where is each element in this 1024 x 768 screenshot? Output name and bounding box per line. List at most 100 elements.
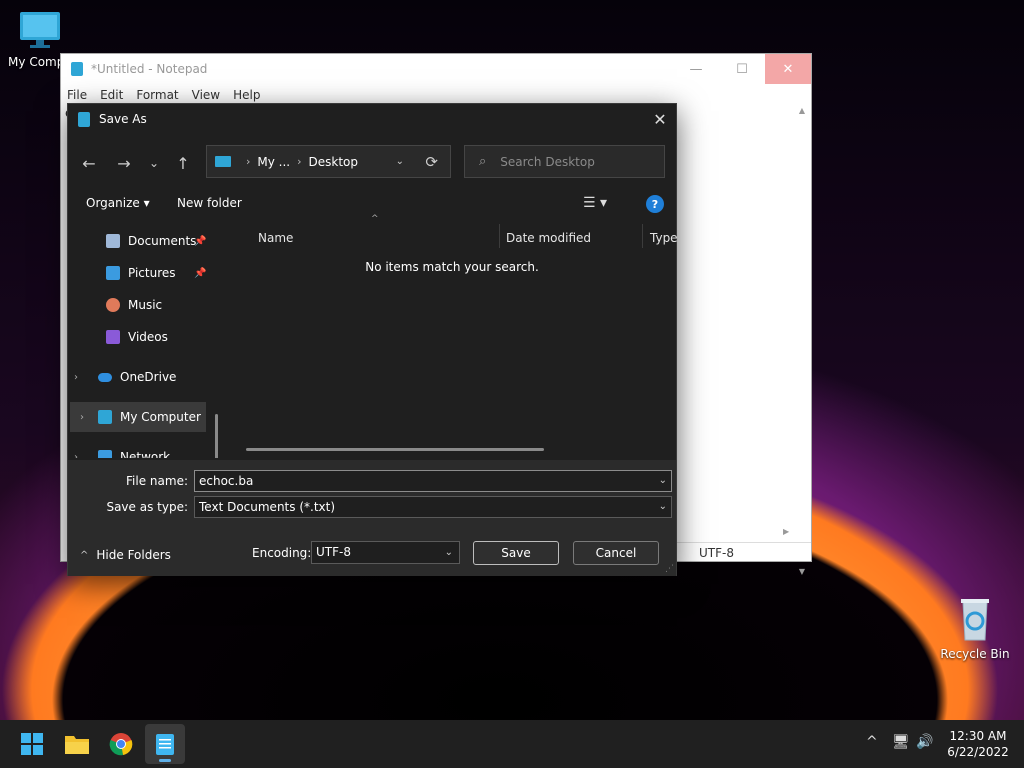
save-as-type-value: Text Documents (*.txt): [199, 500, 336, 514]
onedrive-icon: [98, 372, 112, 382]
save-as-type-label: Save as type:: [106, 500, 188, 514]
documents-icon: [106, 234, 120, 248]
chevron-down-icon: ⌄: [444, 547, 453, 558]
videos-icon: [106, 330, 120, 344]
minimize-button[interactable]: —: [673, 54, 719, 84]
recent-locations-button[interactable]: ⌄: [141, 150, 167, 176]
sidebar-item-label: Documents: [128, 234, 197, 248]
new-folder-button[interactable]: New folder: [177, 196, 242, 210]
maximize-button[interactable]: ☐: [719, 54, 765, 84]
empty-results-message: No items match your search.: [365, 260, 539, 274]
computer-icon: [215, 156, 231, 167]
chevron-up-icon: ^: [80, 549, 89, 561]
save-form: File name: echoc.ba ⌄ Save as type: Text…: [68, 460, 676, 576]
column-header-date-modified[interactable]: Date modified: [506, 226, 591, 250]
save-as-dialog[interactable]: Save As ✕ ← → ⌄ ↑ › My ... › Desktop ⌄ ⟳…: [67, 103, 678, 576]
sidebar-item-videos[interactable]: Videos: [106, 322, 216, 352]
chevron-down-icon[interactable]: ⌄: [659, 497, 667, 517]
scroll-up-icon[interactable]: ▲: [795, 106, 809, 115]
save-button[interactable]: Save: [473, 541, 559, 565]
breadcrumb-my-computer[interactable]: My ...: [257, 155, 290, 169]
breadcrumb-separator: ›: [246, 155, 251, 168]
hide-folders-button[interactable]: ^ Hide Folders: [80, 548, 171, 562]
address-dropdown-icon[interactable]: ⌄: [396, 156, 404, 167]
network-icon: [98, 450, 112, 458]
column-header-type[interactable]: Type: [650, 226, 678, 250]
sidebar-item-label: Music: [128, 298, 163, 312]
sidebar-scrollbar[interactable]: [215, 414, 218, 458]
sidebar-item-music[interactable]: Music: [106, 290, 216, 320]
notepad-scrollbar[interactable]: ▲ ▼: [795, 106, 809, 576]
chevron-down-icon[interactable]: ⌄: [659, 471, 667, 491]
file-name-input[interactable]: echoc.ba ⌄: [194, 470, 672, 492]
menu-view[interactable]: View: [192, 88, 220, 102]
expand-chevron-icon[interactable]: ›: [80, 412, 84, 423]
sidebar-item-label: Pictures: [128, 266, 176, 280]
dialog-close-button[interactable]: ✕: [644, 104, 676, 134]
up-button[interactable]: ↑: [170, 150, 196, 176]
resize-grip-icon[interactable]: ⋰: [665, 564, 674, 574]
sort-indicator-icon: ^: [371, 214, 379, 224]
menu-edit[interactable]: Edit: [100, 88, 123, 102]
taskbar-chrome[interactable]: [101, 724, 141, 764]
column-header-name[interactable]: Name: [258, 226, 293, 250]
column-divider[interactable]: [499, 224, 500, 248]
sidebar-item-my-computer[interactable]: › My Computer: [70, 402, 206, 432]
start-button[interactable]: [12, 724, 52, 764]
file-list[interactable]: ^ Name Date modified Type No items match…: [228, 214, 678, 458]
sidebar-item-documents[interactable]: Documents 📌: [106, 226, 216, 256]
file-list-scrollbar[interactable]: [246, 448, 544, 451]
breadcrumb-desktop[interactable]: Desktop: [309, 155, 359, 169]
sidebar-item-network[interactable]: › Network: [74, 442, 214, 458]
sidebar-item-label: Videos: [128, 330, 168, 344]
search-icon: ⌕: [479, 154, 487, 169]
start-icon: [21, 733, 43, 755]
menu-help[interactable]: Help: [233, 88, 260, 102]
expand-chevron-icon[interactable]: ›: [74, 452, 78, 459]
save-as-type-select[interactable]: Text Documents (*.txt) ⌄: [194, 496, 672, 518]
taskbar-notepad[interactable]: [145, 724, 185, 764]
search-box[interactable]: ⌕ Search Desktop: [464, 145, 665, 178]
back-button[interactable]: ←: [76, 150, 102, 176]
menu-format[interactable]: Format: [136, 88, 178, 102]
refresh-icon[interactable]: ⟳: [425, 153, 438, 171]
computer-icon: [20, 12, 60, 48]
notepad-window-controls: — ☐ ✕: [673, 54, 811, 84]
sidebar-item-pictures[interactable]: Pictures 📌: [106, 258, 216, 288]
dialog-titlebar[interactable]: Save As: [68, 104, 676, 134]
encoding-select[interactable]: UTF-8 ⌄: [311, 541, 460, 564]
notepad-icon: [78, 111, 90, 127]
taskbar-file-explorer[interactable]: [57, 724, 97, 764]
taskbar-clock[interactable]: 12:30 AM 6/22/2022: [940, 728, 1016, 760]
file-name-label: File name:: [126, 474, 188, 488]
sidebar-item-label: OneDrive: [120, 370, 177, 384]
cancel-button[interactable]: Cancel: [573, 541, 659, 565]
navigation-pane[interactable]: Documents 📌 Pictures 📌 Music Videos › On…: [68, 222, 220, 458]
menu-file[interactable]: File: [67, 88, 87, 102]
sidebar-item-label: My Computer: [120, 410, 201, 424]
network-icon[interactable]: 🖥: [892, 734, 910, 750]
organize-button[interactable]: Organize ▾: [86, 196, 150, 210]
expand-chevron-icon[interactable]: ›: [74, 372, 78, 383]
scroll-right-icon[interactable]: ▶: [783, 527, 789, 536]
dialog-title: Save As: [99, 112, 147, 126]
show-hidden-icons-button[interactable]: ^: [866, 734, 878, 750]
close-button[interactable]: ✕: [765, 54, 811, 84]
help-icon[interactable]: ?: [646, 195, 664, 213]
view-options-button[interactable]: ☰ ▾: [583, 195, 607, 211]
sidebar-item-onedrive[interactable]: › OneDrive: [74, 362, 214, 392]
notepad-icon: [71, 62, 83, 76]
music-icon: [106, 298, 120, 312]
forward-button[interactable]: →: [111, 150, 137, 176]
scroll-down-icon[interactable]: ▼: [795, 567, 809, 576]
clock-date: 6/22/2022: [947, 745, 1009, 759]
desktop-icon-label: Recycle Bin: [940, 647, 1010, 661]
hide-folders-label: Hide Folders: [96, 548, 171, 562]
column-divider[interactable]: [642, 224, 643, 248]
file-explorer-icon: [65, 736, 89, 754]
search-input[interactable]: Search Desktop: [500, 155, 595, 169]
desktop-icon-recycle-bin[interactable]: Recycle Bin: [935, 596, 1015, 661]
volume-icon[interactable]: 🔊: [916, 734, 933, 750]
address-bar[interactable]: › My ... › Desktop ⌄ ⟳: [206, 145, 451, 178]
notepad-icon: [156, 734, 174, 755]
